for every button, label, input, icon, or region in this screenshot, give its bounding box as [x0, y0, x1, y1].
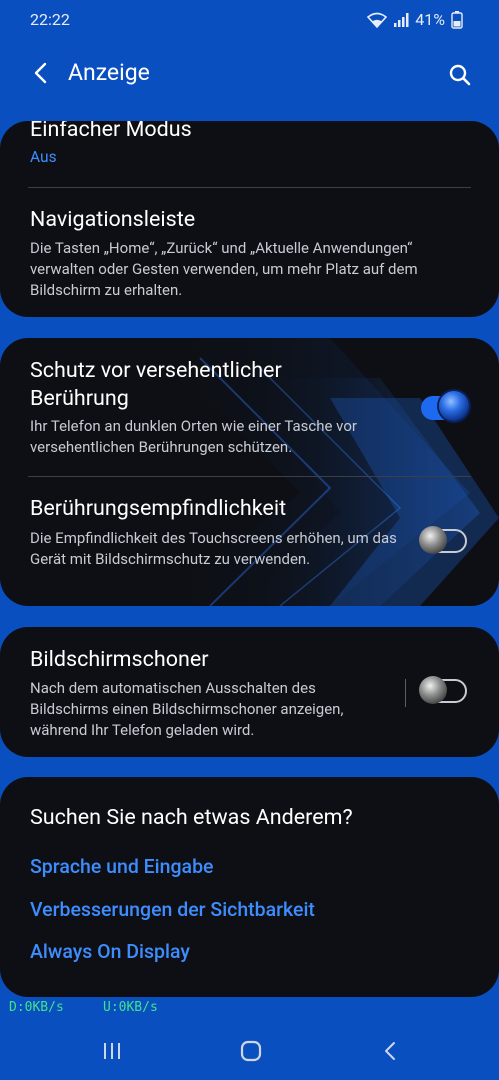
wifi-icon	[367, 12, 388, 28]
accidental-touch-description: Ihr Telefon an dunklen Orten wie einer T…	[30, 417, 357, 456]
download-speed: D:0KB/s	[9, 1000, 64, 1015]
screensaver-item[interactable]: Bildschirmschoner Nach dem automatischen…	[0, 627, 499, 757]
accidental-touch-toggle[interactable]	[421, 391, 469, 421]
easy-mode-value: Aus	[30, 148, 57, 166]
nav-back-button[interactable]	[375, 1036, 405, 1066]
page-title: Anzeige	[68, 59, 150, 86]
back-icon	[385, 1042, 395, 1060]
status-bar: 22:22 41%	[0, 0, 499, 42]
upload-speed: U:0KB/s	[103, 1000, 158, 1015]
navigation-bar-title: Navigationsleiste	[30, 207, 196, 232]
toggle-knob	[439, 391, 469, 421]
system-nav-bar	[0, 1030, 499, 1070]
touch-sensitivity-description: Die Empfindlichkeit des Touchscreens erh…	[30, 529, 397, 568]
settings-card-screensaver: Bildschirmschoner Nach dem automatischen…	[0, 627, 499, 757]
suggestions-heading: Suchen Sie nach etwas Anderem?	[30, 805, 353, 830]
link-language-input[interactable]: Sprache und Eingabe	[30, 855, 213, 878]
app-bar: Anzeige	[0, 50, 499, 98]
accidental-touch-item[interactable]: Schutz vor versehentlicher Berührung Ihr…	[0, 338, 499, 476]
link-always-on-display[interactable]: Always On Display	[30, 940, 190, 963]
status-icons: 41%	[367, 10, 463, 29]
recent-apps-icon	[104, 1043, 120, 1059]
home-icon	[240, 1040, 262, 1062]
battery-icon	[451, 10, 463, 29]
battery-percent: 41%	[415, 10, 445, 29]
home-button[interactable]	[236, 1036, 266, 1066]
screensaver-title: Bildschirmschoner	[30, 647, 209, 672]
search-icon	[449, 64, 471, 86]
status-time: 22:22	[30, 10, 70, 29]
screensaver-description: Nach dem automatischen Ausschalten des B…	[30, 679, 344, 739]
navigation-bar-item[interactable]: Navigationsleiste Die Tasten „Home“, „Zu…	[0, 188, 499, 317]
easy-mode-title: Einfacher Modus	[30, 121, 192, 142]
touch-sensitivity-title: Berührungsempfindlichkeit	[30, 496, 287, 521]
settings-card-touch: Schutz vor versehentlicher Berührung Ihr…	[0, 338, 499, 606]
vertical-divider	[405, 679, 406, 707]
navigation-bar-description: Die Tasten „Home“, „Zurück“ und „Aktuell…	[30, 239, 418, 299]
suggestions-card: Suchen Sie nach etwas Anderem? Sprache u…	[0, 777, 499, 997]
toggle-knob	[419, 676, 447, 704]
link-visibility-enhancements[interactable]: Verbesserungen der Sichtbarkeit	[30, 898, 315, 921]
touch-sensitivity-item[interactable]: Berührungsempfindlichkeit Die Empfindlic…	[0, 477, 499, 606]
chevron-left-icon	[34, 62, 47, 84]
toggle-knob	[419, 526, 447, 554]
recent-apps-button[interactable]	[97, 1036, 127, 1066]
easy-mode-item[interactable]: Einfacher Modus Aus	[0, 121, 499, 187]
signal-icon	[393, 12, 409, 28]
accidental-touch-title: Schutz vor versehentlicher Berührung	[30, 358, 282, 411]
touch-sensitivity-toggle[interactable]	[419, 526, 467, 554]
search-button[interactable]	[443, 58, 477, 92]
back-button[interactable]	[26, 58, 56, 88]
settings-card-display-mode: Einfacher Modus Aus Navigationsleiste Di…	[0, 121, 499, 317]
screensaver-toggle[interactable]	[419, 676, 467, 704]
